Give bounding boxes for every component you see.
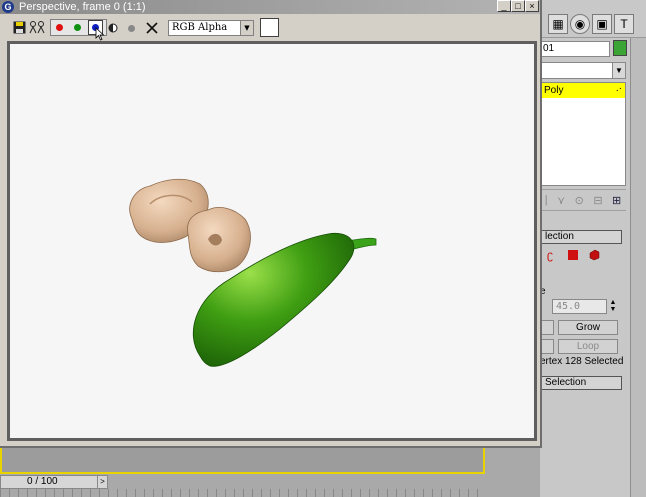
rendered-frame-window: G Perspective, frame 0 (1:1) _ □ × RGB A… (0, 0, 542, 448)
render-viewport (7, 41, 537, 441)
minimize-button[interactable]: _ (497, 0, 511, 12)
display-channel-dropdown[interactable]: RGB Alpha ▼ (168, 20, 254, 36)
remove-modifier-icon[interactable]: ⊟ (593, 194, 602, 207)
grey-dot-icon (127, 24, 135, 32)
modifier-stack[interactable]: Poly .· (540, 82, 626, 186)
next-frame-arrow[interactable]: > (97, 476, 107, 488)
configure-sets-icon[interactable]: ⊞ (612, 194, 621, 207)
chevron-down-icon: ▼ (612, 63, 625, 78)
selection-count-text: ertex 128 Selected (540, 356, 624, 367)
red-channel-button[interactable] (52, 20, 67, 35)
window-title: Perspective, frame 0 (1:1) (19, 1, 146, 13)
monochrome-icon[interactable] (125, 20, 137, 36)
pepper-right (187, 207, 251, 273)
ring-button[interactable] (540, 339, 554, 354)
floppy-icon[interactable] (12, 20, 26, 34)
maximize-button[interactable]: □ (511, 0, 525, 12)
time-slider[interactable]: 0 / 100 > (0, 475, 108, 489)
grow-button[interactable]: Grow (558, 320, 618, 335)
polygon-icon[interactable] (568, 250, 578, 260)
hammer-icon[interactable]: T (614, 14, 634, 34)
shrink-button[interactable] (540, 320, 554, 335)
angle-field[interactable]: 45.0 (552, 299, 607, 314)
close-button[interactable]: × (525, 0, 539, 12)
border-icon[interactable]: ʗ (547, 249, 559, 261)
display-channel-value: RGB Alpha (172, 22, 228, 33)
motion-tab-icon[interactable]: ▦ (548, 14, 568, 34)
modifier-list-dropdown[interactable]: ▼ (540, 62, 626, 79)
pixel-color-swatch[interactable] (260, 18, 279, 37)
show-end-result-icon[interactable]: ⋎ (557, 194, 565, 207)
command-panel-tabs: ▦ ◉ ▣ T (540, 0, 646, 38)
frame-counter: 0 / 100 (27, 476, 58, 487)
timeline-ruler (0, 489, 485, 497)
red-dot-icon (56, 24, 63, 31)
clone-icon[interactable] (29, 20, 45, 34)
element-icon[interactable] (588, 249, 600, 261)
stack-tools: | ⋎ ⊙ ⊟ ⊞ (540, 189, 626, 211)
green-channel-button[interactable] (70, 20, 85, 35)
chevron-down-icon: ▼ (240, 21, 253, 35)
render-scene (129, 178, 377, 367)
display-tab-icon[interactable]: ◉ (570, 14, 590, 34)
selection-rollout-header[interactable]: lection (540, 230, 622, 244)
sub-object-dots-icon: .· (615, 83, 622, 94)
alpha-channel-icon[interactable] (107, 20, 119, 36)
make-unique-icon[interactable]: ⊙ (575, 194, 584, 207)
object-name-field[interactable]: 01 (540, 41, 610, 57)
soft-selection-rollout-header[interactable]: Selection (540, 376, 622, 390)
pin-stack-icon[interactable]: | (545, 194, 548, 206)
window-titlebar[interactable]: G Perspective, frame 0 (1:1) _ □ × (0, 0, 540, 14)
stack-item-editable-poly[interactable]: Poly .· (541, 83, 625, 98)
mouse-cursor-icon (94, 26, 106, 42)
stack-item-label: Poly (544, 85, 564, 96)
clear-icon[interactable] (145, 20, 159, 36)
angle-spinner[interactable]: ▲ ▼ (608, 299, 618, 314)
loop-button[interactable]: Loop (558, 339, 618, 354)
green-dot-icon (74, 24, 81, 31)
app-logo-icon: G (2, 1, 14, 13)
timeline-track[interactable] (0, 446, 485, 474)
utilities-tab-icon[interactable]: ▣ (592, 14, 612, 34)
right-scroll-strip[interactable] (630, 38, 646, 497)
object-color-swatch[interactable] (613, 40, 627, 56)
